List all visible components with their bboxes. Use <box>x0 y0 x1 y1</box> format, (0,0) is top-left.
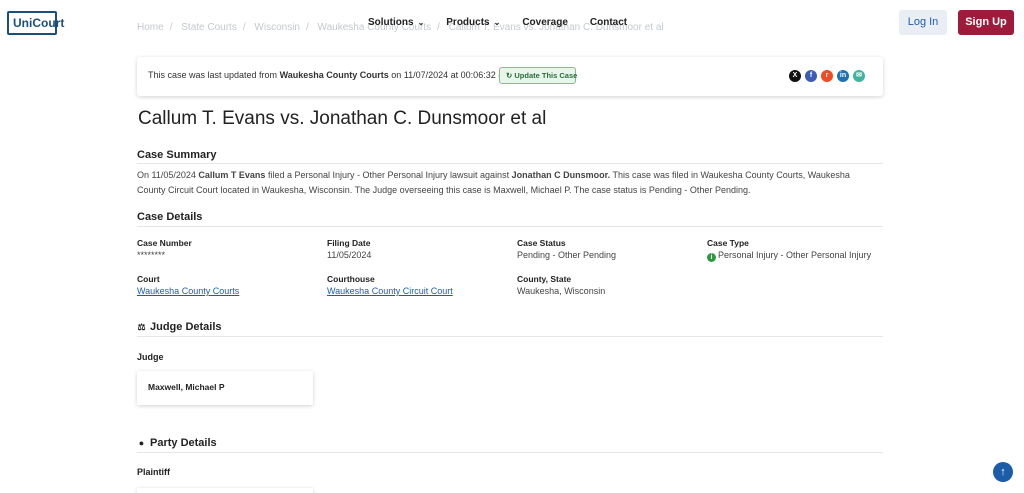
scroll-to-top-button[interactable]: ↑ <box>993 462 1013 482</box>
nav-contact[interactable]: Contact <box>590 17 627 28</box>
courthouse-value: Waukesha County Circuit Court <box>327 286 453 296</box>
case-details-heading: Case Details <box>137 211 203 223</box>
refresh-icon: ↻ <box>506 71 513 80</box>
x-icon[interactable]: X <box>789 70 801 82</box>
nav-products[interactable]: Products ⌄ <box>446 17 500 28</box>
court-value: Waukesha County Courts <box>137 286 239 296</box>
judge-sub-label: Judge <box>137 352 164 362</box>
courthouse-link[interactable]: Waukesha County Circuit Court <box>327 286 453 296</box>
judge-details-heading: ⚖ Judge Details <box>137 321 222 333</box>
chevron-down-icon: ⌄ <box>417 18 425 27</box>
court-link[interactable]: Waukesha County Courts <box>137 286 239 296</box>
courthouse-label: Courthouse <box>327 274 375 284</box>
info-icon[interactable]: i <box>707 253 716 262</box>
filing-date-value: 11/05/2024 <box>327 250 372 260</box>
judge-name: Maxwell, Michael P <box>148 382 225 392</box>
breadcrumb-state-courts[interactable]: State Courts <box>181 22 237 33</box>
plaintiff-card <box>137 488 313 493</box>
reddit-icon[interactable]: r <box>821 70 833 82</box>
person-icon: ● <box>138 438 145 448</box>
update-source: Waukesha County Courts <box>279 70 389 80</box>
chevron-down-icon: ⌄ <box>493 18 501 27</box>
county-state-label: County, State <box>517 274 572 284</box>
arrow-up-icon: ↑ <box>1000 466 1006 478</box>
judge-icon: ⚖ <box>137 322 146 332</box>
case-title: Callum T. Evans vs. Jonathan C. Dunsmoor… <box>138 108 547 129</box>
linkedin-icon[interactable]: in <box>837 70 849 82</box>
case-status-value: Pending - Other Pending <box>517 250 617 260</box>
facebook-icon[interactable]: f <box>805 70 817 82</box>
breadcrumb-wisconsin[interactable]: Wisconsin <box>254 22 300 33</box>
judge-card: Maxwell, Michael P <box>137 371 313 405</box>
site-header: UniCourt Home / State Courts / Wisconsin / … <box>0 0 1024 46</box>
breadcrumb-home[interactable]: Home <box>137 22 164 33</box>
main-nav: Solutions ⌄ Products ⌄ Coverage Contact <box>368 17 627 28</box>
share-icons: X f r in ✉ <box>789 70 865 82</box>
divider <box>137 336 883 337</box>
login-button[interactable]: Log In <box>899 10 947 35</box>
divider <box>137 226 883 227</box>
party-details-heading: ● Party Details <box>138 437 217 449</box>
case-summary-text: On 11/05/2024 Callum T Evans filed a Per… <box>137 170 850 195</box>
case-type-label: Case Type <box>707 238 749 248</box>
email-icon[interactable]: ✉ <box>853 70 865 82</box>
case-type-value: i Personal Injury - Other Personal Injury <box>707 250 871 262</box>
divider <box>137 163 883 164</box>
nav-solutions[interactable]: Solutions ⌄ <box>368 17 424 28</box>
case-number-value: ******** <box>137 250 166 260</box>
divider <box>137 452 883 453</box>
unicourt-logo[interactable]: UniCourt <box>7 11 64 35</box>
filing-date-label: Filing Date <box>327 238 371 248</box>
nav-coverage[interactable]: Coverage <box>522 17 568 28</box>
case-update-bar: This case was last updated from Waukesha… <box>137 57 883 96</box>
court-label: Court <box>137 274 160 284</box>
case-number-label: Case Number <box>137 238 192 248</box>
update-status-text: This case was last updated from Waukesha… <box>148 70 526 80</box>
county-state-value: Waukesha, Wisconsin <box>517 286 606 296</box>
update-case-button[interactable]: ↻ Update This Case <box>499 67 577 84</box>
signup-button[interactable]: Sign Up <box>958 10 1014 35</box>
case-summary-heading: Case Summary <box>137 149 217 161</box>
case-status-label: Case Status <box>517 238 566 248</box>
plaintiff-sub-label: Plaintiff <box>137 467 170 477</box>
